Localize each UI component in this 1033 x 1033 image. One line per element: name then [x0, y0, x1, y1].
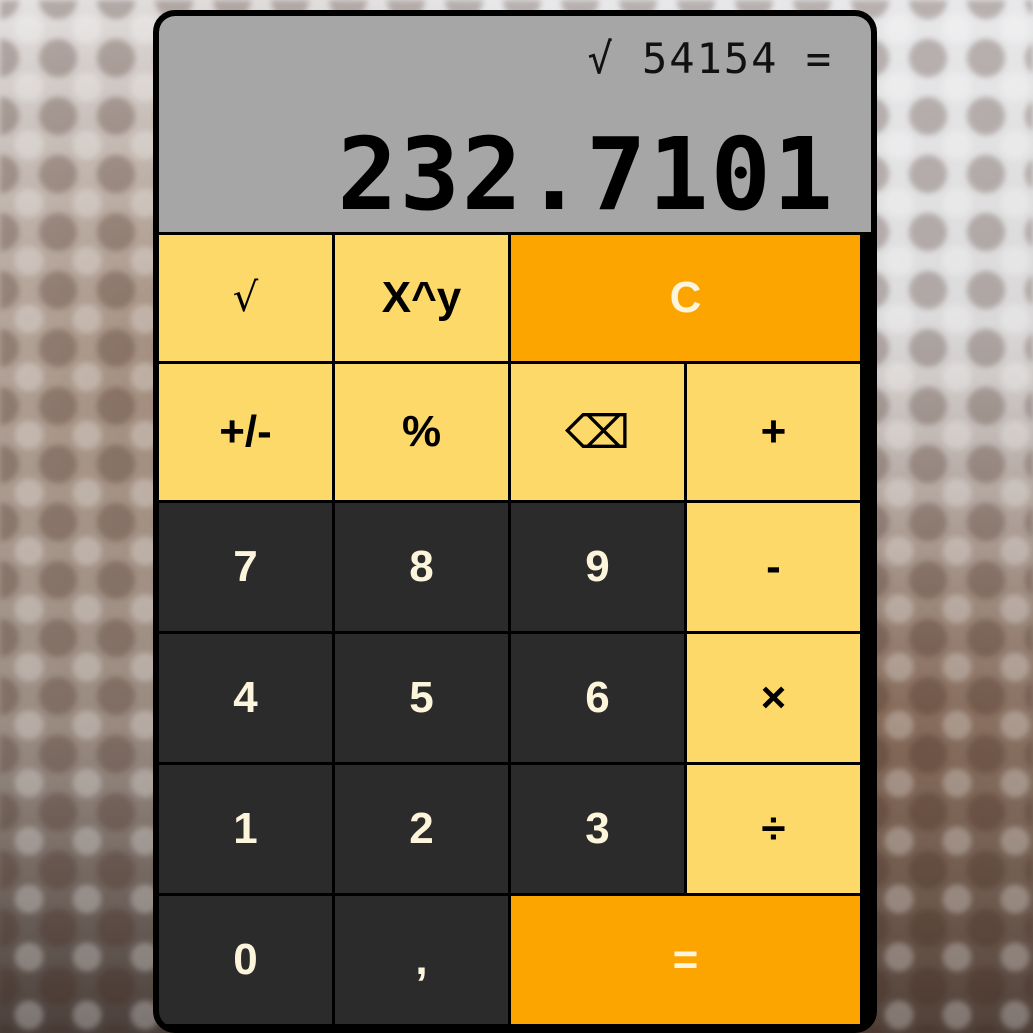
sqrt-button[interactable]: √ — [159, 235, 332, 361]
power-button[interactable]: X^y — [335, 235, 508, 361]
digit-9-button[interactable]: 9 — [511, 503, 684, 631]
keypad: √ X^y C +/- % ⌫ + 7 8 9 - 4 5 6 × 1 2 3 … — [159, 235, 871, 1027]
percent-button[interactable]: % — [335, 364, 508, 500]
add-button[interactable]: + — [687, 364, 860, 500]
display-panel: √ 54154 = 232.7101 — [159, 16, 871, 233]
expression-readout: √ 54154 = — [587, 34, 833, 83]
result-readout: 232.7101 — [337, 116, 835, 233]
divide-button[interactable]: ÷ — [687, 765, 860, 893]
digit-2-button[interactable]: 2 — [335, 765, 508, 893]
equals-button[interactable]: = — [511, 896, 860, 1024]
digit-3-button[interactable]: 3 — [511, 765, 684, 893]
sqrt-button-label: √ — [232, 275, 259, 321]
digit-1-button[interactable]: 1 — [159, 765, 332, 893]
calculator: √ 54154 = 232.7101 √ X^y C +/- % ⌫ + 7 8… — [153, 10, 877, 1033]
clear-button[interactable]: C — [511, 235, 860, 361]
digit-5-button[interactable]: 5 — [335, 634, 508, 762]
digit-4-button[interactable]: 4 — [159, 634, 332, 762]
digit-7-button[interactable]: 7 — [159, 503, 332, 631]
subtract-button[interactable]: - — [687, 503, 860, 631]
sign-toggle-button[interactable]: +/- — [159, 364, 332, 500]
digit-8-button[interactable]: 8 — [335, 503, 508, 631]
multiply-button[interactable]: × — [687, 634, 860, 762]
digit-6-button[interactable]: 6 — [511, 634, 684, 762]
backspace-icon: ⌫ — [564, 405, 631, 459]
digit-0-button[interactable]: 0 — [159, 896, 332, 1024]
backspace-button[interactable]: ⌫ — [511, 364, 684, 500]
comma-button[interactable]: , — [335, 896, 508, 1024]
